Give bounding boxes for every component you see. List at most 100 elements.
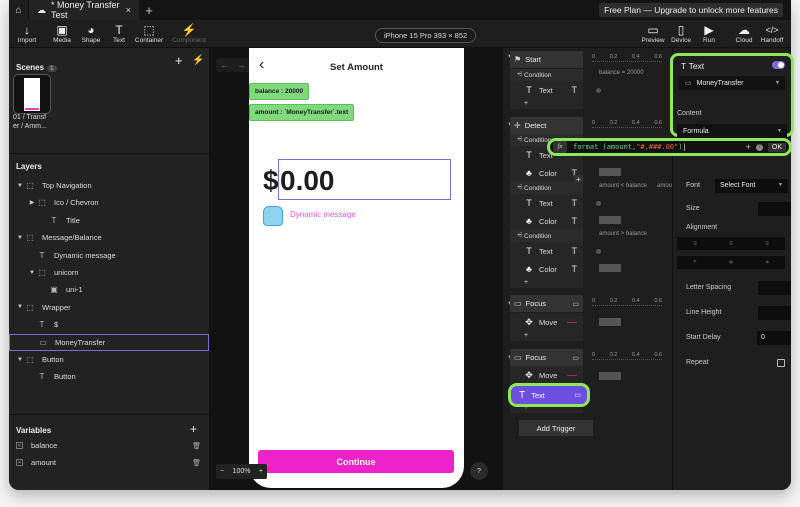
tab-document[interactable]: ☁ * Money Transfer Test × [29, 0, 139, 20]
keyframe-bar[interactable] [599, 372, 621, 380]
align-middle-icon[interactable]: ≑ [728, 259, 733, 266]
action-color[interactable]: ♣ Color T [510, 164, 583, 182]
zoom-level[interactable]: 100% [233, 468, 251, 475]
font-select[interactable]: Select Font ▼ [715, 179, 788, 193]
condition-row[interactable]: ⩤ Condition [510, 182, 583, 194]
layer-item[interactable]: ▼ ⬚ Button [9, 351, 209, 368]
content-select[interactable]: Formula ▼ [677, 124, 787, 138]
add-variable-button[interactable]: + [190, 422, 197, 436]
expand-toggle-icon[interactable]: ▼ [16, 304, 24, 310]
upgrade-banner[interactable]: Free Plan — Upgrade to unlock more featu… [599, 3, 783, 17]
keyframe-bar[interactable] [599, 318, 621, 326]
layer-item[interactable]: ▼ ⬚ Top Navigation [9, 177, 209, 194]
layer-item[interactable]: ▭ MoneyTransfer [9, 333, 209, 351]
formula-editor[interactable]: fx format (amount, "#,###.00") | + ? OK [547, 138, 792, 156]
action-color[interactable]: ♣ Color T [510, 212, 583, 230]
align-left-icon[interactable]: ≡ [693, 241, 697, 247]
device-selector[interactable]: iPhone 15 Pro 393 × 852 [375, 28, 477, 43]
action-text[interactable]: T Text T [510, 242, 583, 260]
action-move[interactable]: ✥ Move — [510, 366, 583, 384]
trash-icon[interactable]: 🗑 [192, 459, 201, 467]
input-icon: ▭ [574, 392, 581, 399]
home-icon[interactable]: ⌂ [9, 0, 29, 20]
handoff-button[interactable]: </> Handoff [755, 23, 789, 44]
trigger-focus[interactable]: ▭ Focus ▭ [510, 349, 583, 366]
add-icon[interactable]: + [746, 142, 751, 152]
scene-label: 01 / Transf er / Amm... [13, 114, 47, 130]
size-input[interactable] [758, 202, 791, 216]
zoom-out-button[interactable]: − [220, 468, 224, 475]
layer-item[interactable]: ▣ uni-1 [9, 281, 209, 298]
alignment-label: Alignment [686, 224, 718, 231]
keyframe-bar[interactable] [599, 168, 621, 176]
add-trigger-button[interactable]: Add Trigger [519, 420, 593, 436]
expand-toggle-icon[interactable]: ▼ [16, 235, 24, 241]
code-icon: </> [765, 25, 779, 35]
letter-spacing-input[interactable] [758, 281, 791, 295]
canvas[interactable]: ← → ‹ Set Amount balance : 20000 amount :… [209, 48, 503, 490]
bolt-icon[interactable]: ⚡ [192, 55, 204, 66]
help-button[interactable]: ? [470, 462, 488, 480]
formula-ok-button[interactable]: OK [767, 142, 786, 152]
container-button[interactable]: ⬚ Container [132, 23, 166, 44]
target-select[interactable]: ▭ MoneyTransfer ▼ [679, 76, 785, 90]
add-action-button[interactable]: + [510, 99, 583, 109]
continue-button[interactable]: Continue [258, 450, 454, 473]
repeat-checkbox[interactable] [777, 359, 785, 367]
expand-toggle-icon[interactable]: ▼ [16, 183, 24, 189]
align-bottom-icon[interactable]: ⫨ [766, 259, 769, 266]
expand-toggle-icon[interactable]: ▼ [28, 270, 36, 276]
text-cursor: | [682, 143, 687, 151]
keyframe-bar[interactable] [599, 264, 621, 272]
condition-row[interactable]: ⩤ Condition [510, 230, 583, 242]
keyframe-dot[interactable] [596, 88, 601, 93]
layer-item[interactable]: ▼ ⬚ unicorn [9, 264, 209, 281]
component-button[interactable]: ⚡ Component [171, 23, 207, 44]
expand-toggle-icon[interactable]: ▶ [28, 199, 36, 206]
zoom-in-button[interactable]: + [259, 468, 263, 475]
keyframe-dot[interactable] [596, 249, 601, 254]
action-text[interactable]: T Text T [510, 81, 583, 99]
expand-toggle-icon[interactable]: ▼ [16, 357, 24, 363]
add-scene-button[interactable]: + [175, 53, 183, 68]
action-text[interactable]: T Text T [510, 194, 583, 212]
keyframe-dot[interactable] [596, 201, 601, 206]
layer-item[interactable]: ▼ ⬚ Message/Balance [9, 229, 209, 246]
trash-icon[interactable]: 🗑 [192, 442, 201, 450]
selected-action-text[interactable]: T Text ▭ [508, 383, 590, 407]
undo-arrow-icon[interactable]: ← [221, 61, 229, 70]
import-button[interactable]: ↓ Import [10, 23, 44, 44]
text-tool-button[interactable]: T Text [102, 23, 136, 44]
action-color[interactable]: ♣ Color T [510, 260, 583, 278]
trigger-focus[interactable]: ▭ Focus ▭ [510, 295, 583, 312]
scene-thumbnail[interactable] [13, 74, 51, 114]
align-right-icon[interactable]: ≡ [765, 241, 769, 247]
line-height-input[interactable] [758, 306, 791, 320]
variable-item[interactable]: × amount 🗑 [9, 454, 209, 471]
keyframe-bar[interactable] [599, 216, 621, 224]
new-tab-button[interactable]: + [139, 3, 159, 18]
start-delay-input[interactable]: 0 [757, 331, 791, 345]
action-label: Move [539, 370, 558, 380]
layer-item[interactable]: T Dynamic message [9, 247, 209, 264]
variable-item[interactable]: × balance 🗑 [9, 437, 209, 454]
align-top-icon[interactable]: ⫧ [693, 259, 696, 266]
close-tab-icon[interactable]: × [126, 5, 131, 15]
layer-item[interactable]: ▶ ⬚ Ico / Chevron [9, 194, 209, 211]
help-icon[interactable]: ? [755, 143, 763, 151]
run-button[interactable]: ▶ Run [692, 23, 726, 44]
layer-item[interactable]: T Button [9, 368, 209, 385]
trigger-detect[interactable]: ✛ Detect [510, 117, 583, 134]
add-action-button[interactable]: + [510, 331, 583, 341]
condition-row[interactable]: ⩤ Condition [510, 69, 583, 81]
text-enabled-toggle[interactable] [772, 61, 785, 69]
layer-item[interactable]: ▼ ⬚ Wrapper [9, 299, 209, 316]
layer-item[interactable]: T $ [9, 316, 209, 333]
add-action-button[interactable]: + [510, 278, 583, 288]
layer-item[interactable]: T Title [9, 212, 209, 229]
align-center-icon[interactable]: ≡ [729, 241, 733, 247]
action-move[interactable]: ✥ Move — [510, 313, 583, 331]
scenes-header: Scenes 1 [16, 57, 57, 75]
trigger-start[interactable]: ⚑ Start [510, 51, 583, 68]
redo-arrow-icon[interactable]: → [238, 61, 246, 70]
